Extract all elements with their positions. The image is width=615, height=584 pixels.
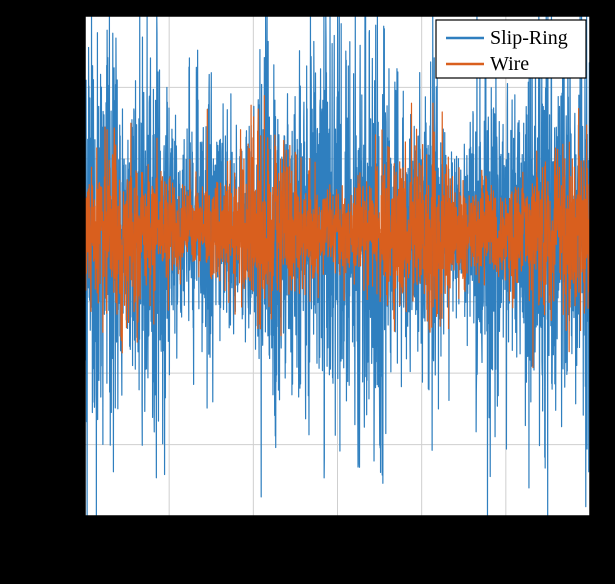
x-tick-label: 5 xyxy=(164,525,174,547)
x-tick-label: 30 xyxy=(580,525,600,547)
legend: Slip-Ring Wire xyxy=(436,20,586,78)
x-tick-label: 20 xyxy=(412,525,432,547)
y-tick-label: -0.02 xyxy=(33,362,75,384)
y-tick-label: 0.03 xyxy=(40,5,75,27)
y-tick-label: 0.02 xyxy=(40,76,75,98)
x-axis-label: Time (s) xyxy=(300,548,374,573)
y-tick-label: -0.04 xyxy=(33,505,75,527)
y-tick-label: 0.01 xyxy=(40,148,75,170)
x-tick-label: 15 xyxy=(328,525,348,547)
y-tick-label: 0 xyxy=(65,219,75,241)
legend-label: Slip-Ring xyxy=(490,27,568,49)
y-tick-label: -0.01 xyxy=(33,291,75,313)
y-tick-label: -0.03 xyxy=(33,434,75,456)
noise-plot: 0 5 10 15 20 25 30 -0.04 -0.03 -0.02 -0.01 0 0.01 0.0… xyxy=(0,0,615,584)
x-tick-label: 0 xyxy=(80,525,90,547)
legend-label: Wire xyxy=(490,53,529,75)
y-axis-label: Volt. Output (V) xyxy=(0,194,25,338)
x-tick-label: 25 xyxy=(496,525,516,547)
x-tick-label: 10 xyxy=(243,525,263,547)
